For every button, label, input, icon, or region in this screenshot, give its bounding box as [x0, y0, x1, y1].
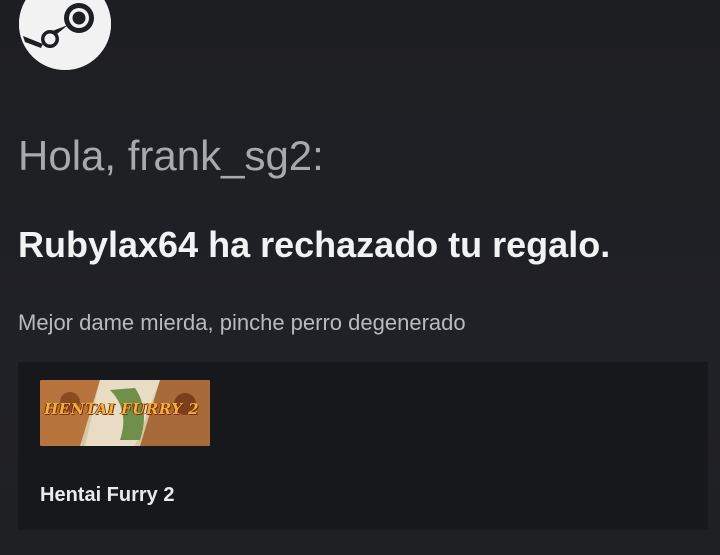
email-body: Hola, frank_sg2: Rubylax64 ha rechazado …: [0, 0, 720, 555]
game-capsule-title: HENTAI FURRY 2: [44, 400, 200, 418]
recipient-message: Mejor dame mierda, pinche perro degenera…: [18, 310, 466, 335]
game-name[interactable]: Hentai Furry 2: [40, 484, 174, 507]
gift-card[interactable]: HENTAI FURRY 2 Hentai Furry 2: [18, 362, 708, 530]
gift-declined-headline: Rubylax64 ha rechazado tu regalo.: [18, 224, 611, 265]
greeting-text: Hola, frank_sg2:: [18, 132, 324, 179]
game-capsule-image[interactable]: HENTAI FURRY 2: [40, 380, 210, 446]
steam-logo-icon: [19, 0, 111, 70]
